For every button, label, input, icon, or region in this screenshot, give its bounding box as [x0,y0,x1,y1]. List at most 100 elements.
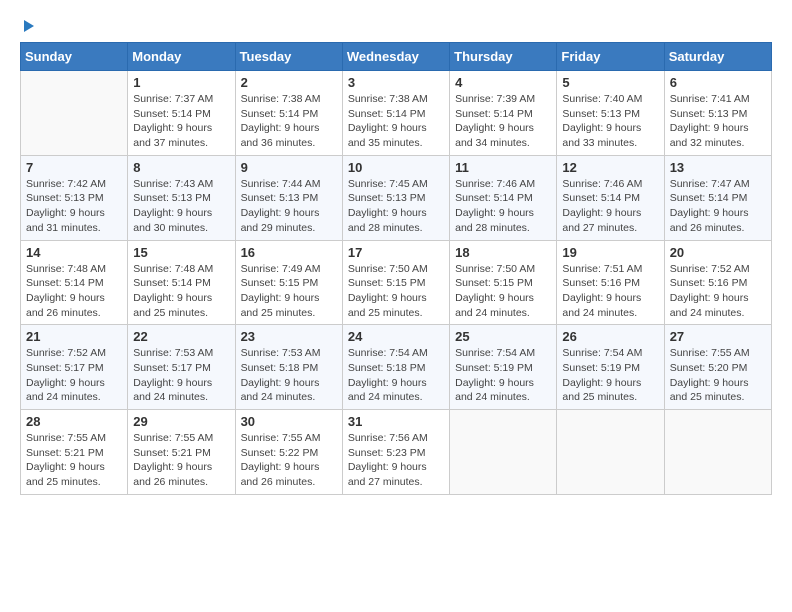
day-number: 28 [26,414,122,429]
calendar-cell: 2Sunrise: 7:38 AMSunset: 5:14 PMDaylight… [235,71,342,156]
calendar-cell: 18 Sunrise: 7:50 AMSunset: 5:15 PMDayligh… [450,240,557,325]
day-number: 4 [455,75,551,90]
day-number: 13 [670,160,766,175]
calendar-cell: 28 Sunrise: 7:55 AMSunset: 5:21 PMDayligh… [21,410,128,495]
day-number: 17 [348,245,444,260]
day-info: Sunrise: 7:39 AMSunset: 5:14 PMDaylight:… [455,92,551,151]
calendar-cell: 14Sunrise: 7:48 AMSunset: 5:14 PMDayligh… [21,240,128,325]
day-number: 26 [562,329,658,344]
weekday-header-tuesday: Tuesday [235,43,342,71]
day-number: 29 [133,414,229,429]
day-number: 21 [26,329,122,344]
day-number: 30 [241,414,337,429]
day-info: Sunrise: 7:44 AMSunset: 5:13 PMDaylight:… [241,177,337,236]
calendar-cell: 24 Sunrise: 7:54 AMSunset: 5:18 PMDayligh… [342,325,449,410]
day-number: 6 [670,75,766,90]
day-info: Sunrise: 7:56 AMSunset: 5:23 PMDaylight:… [348,431,444,490]
calendar-cell: 7 Sunrise: 7:42 AMSunset: 5:13 PMDaylight… [21,155,128,240]
day-number: 12 [562,160,658,175]
calendar-cell: 1 Sunrise: 7:37 AMSunset: 5:14 PMDaylight… [128,71,235,156]
calendar-cell: 22 Sunrise: 7:53 AMSunset: 5:17 PMDayligh… [128,325,235,410]
day-number: 19 [562,245,658,260]
day-info: Sunrise: 7:37 AMSunset: 5:14 PMDaylight:… [133,92,229,151]
day-info: Sunrise: 7:55 AMSunset: 5:21 PMDaylight:… [26,431,122,490]
calendar-table: SundayMondayTuesdayWednesdayThursdayFrid… [20,42,772,495]
calendar-cell: 25 Sunrise: 7:54 AMSunset: 5:19 PMDayligh… [450,325,557,410]
day-info: Sunrise: 7:46 AMSunset: 5:14 PMDaylight:… [562,177,658,236]
calendar-week-5: 28 Sunrise: 7:55 AMSunset: 5:21 PMDayligh… [21,410,772,495]
day-info: Sunrise: 7:48 AMSunset: 5:14 PMDaylight:… [26,262,122,321]
day-number: 7 [26,160,122,175]
calendar-cell: 21 Sunrise: 7:52 AMSunset: 5:17 PMDayligh… [21,325,128,410]
calendar-cell: 5Sunrise: 7:40 AMSunset: 5:13 PMDaylight… [557,71,664,156]
day-info: Sunrise: 7:50 AMSunset: 5:15 PMDaylight:… [348,262,444,321]
calendar-cell: 8Sunrise: 7:43 AMSunset: 5:13 PMDaylight… [128,155,235,240]
weekday-header-sunday: Sunday [21,43,128,71]
calendar-cell: 6 Sunrise: 7:41 AMSunset: 5:13 PMDaylight… [664,71,771,156]
calendar-cell [557,410,664,495]
calendar-week-2: 7 Sunrise: 7:42 AMSunset: 5:13 PMDaylight… [21,155,772,240]
day-number: 25 [455,329,551,344]
day-info: Sunrise: 7:54 AMSunset: 5:19 PMDaylight:… [562,346,658,405]
day-number: 27 [670,329,766,344]
day-number: 11 [455,160,551,175]
day-info: Sunrise: 7:45 AMSunset: 5:13 PMDaylight:… [348,177,444,236]
day-info: Sunrise: 7:41 AMSunset: 5:13 PMDaylight:… [670,92,766,151]
day-info: Sunrise: 7:38 AMSunset: 5:14 PMDaylight:… [348,92,444,151]
calendar-cell: 9 Sunrise: 7:44 AMSunset: 5:13 PMDaylight… [235,155,342,240]
weekday-header-monday: Monday [128,43,235,71]
calendar-cell: 12 Sunrise: 7:46 AMSunset: 5:14 PMDayligh… [557,155,664,240]
day-number: 31 [348,414,444,429]
day-info: Sunrise: 7:50 AMSunset: 5:15 PMDaylight:… [455,262,551,321]
day-info: Sunrise: 7:53 AMSunset: 5:18 PMDaylight:… [241,346,337,405]
day-info: Sunrise: 7:52 AMSunset: 5:16 PMDaylight:… [670,262,766,321]
calendar-cell: 15 Sunrise: 7:48 AMSunset: 5:14 PMDayligh… [128,240,235,325]
calendar-cell [21,71,128,156]
calendar-cell: 23Sunrise: 7:53 AMSunset: 5:18 PMDayligh… [235,325,342,410]
day-info: Sunrise: 7:55 AMSunset: 5:21 PMDaylight:… [133,431,229,490]
calendar-cell: 26 Sunrise: 7:54 AMSunset: 5:19 PMDayligh… [557,325,664,410]
calendar-cell: 3 Sunrise: 7:38 AMSunset: 5:14 PMDaylight… [342,71,449,156]
day-number: 16 [241,245,337,260]
day-number: 3 [348,75,444,90]
day-number: 1 [133,75,229,90]
calendar-cell: 17 Sunrise: 7:50 AMSunset: 5:15 PMDayligh… [342,240,449,325]
day-info: Sunrise: 7:54 AMSunset: 5:18 PMDaylight:… [348,346,444,405]
weekday-header-wednesday: Wednesday [342,43,449,71]
day-info: Sunrise: 7:40 AMSunset: 5:13 PMDaylight:… [562,92,658,151]
day-number: 18 [455,245,551,260]
calendar-week-3: 14Sunrise: 7:48 AMSunset: 5:14 PMDayligh… [21,240,772,325]
day-info: Sunrise: 7:55 AMSunset: 5:20 PMDaylight:… [670,346,766,405]
day-number: 22 [133,329,229,344]
calendar-cell: 27 Sunrise: 7:55 AMSunset: 5:20 PMDayligh… [664,325,771,410]
logo-arrow-icon [24,20,34,32]
day-info: Sunrise: 7:46 AMSunset: 5:14 PMDaylight:… [455,177,551,236]
calendar-cell: 30 Sunrise: 7:55 AMSunset: 5:22 PMDayligh… [235,410,342,495]
calendar-week-4: 21 Sunrise: 7:52 AMSunset: 5:17 PMDayligh… [21,325,772,410]
day-number: 9 [241,160,337,175]
day-info: Sunrise: 7:52 AMSunset: 5:17 PMDaylight:… [26,346,122,405]
day-info: Sunrise: 7:38 AMSunset: 5:14 PMDaylight:… [241,92,337,151]
logo [20,20,34,32]
day-number: 10 [348,160,444,175]
calendar-week-1: 1 Sunrise: 7:37 AMSunset: 5:14 PMDaylight… [21,71,772,156]
day-info: Sunrise: 7:54 AMSunset: 5:19 PMDaylight:… [455,346,551,405]
weekday-header-saturday: Saturday [664,43,771,71]
calendar-cell: 4 Sunrise: 7:39 AMSunset: 5:14 PMDaylight… [450,71,557,156]
day-info: Sunrise: 7:53 AMSunset: 5:17 PMDaylight:… [133,346,229,405]
calendar-cell: 10 Sunrise: 7:45 AMSunset: 5:13 PMDayligh… [342,155,449,240]
day-info: Sunrise: 7:48 AMSunset: 5:14 PMDaylight:… [133,262,229,321]
day-info: Sunrise: 7:47 AMSunset: 5:14 PMDaylight:… [670,177,766,236]
day-number: 15 [133,245,229,260]
day-info: Sunrise: 7:42 AMSunset: 5:13 PMDaylight:… [26,177,122,236]
calendar-cell [450,410,557,495]
weekday-header-friday: Friday [557,43,664,71]
day-info: Sunrise: 7:51 AMSunset: 5:16 PMDaylight:… [562,262,658,321]
day-number: 8 [133,160,229,175]
calendar-cell: 16Sunrise: 7:49 AMSunset: 5:15 PMDayligh… [235,240,342,325]
calendar-cell: 19 Sunrise: 7:51 AMSunset: 5:16 PMDayligh… [557,240,664,325]
calendar-cell: 20Sunrise: 7:52 AMSunset: 5:16 PMDayligh… [664,240,771,325]
day-info: Sunrise: 7:55 AMSunset: 5:22 PMDaylight:… [241,431,337,490]
day-number: 24 [348,329,444,344]
calendar-cell: 31 Sunrise: 7:56 AMSunset: 5:23 PMDayligh… [342,410,449,495]
